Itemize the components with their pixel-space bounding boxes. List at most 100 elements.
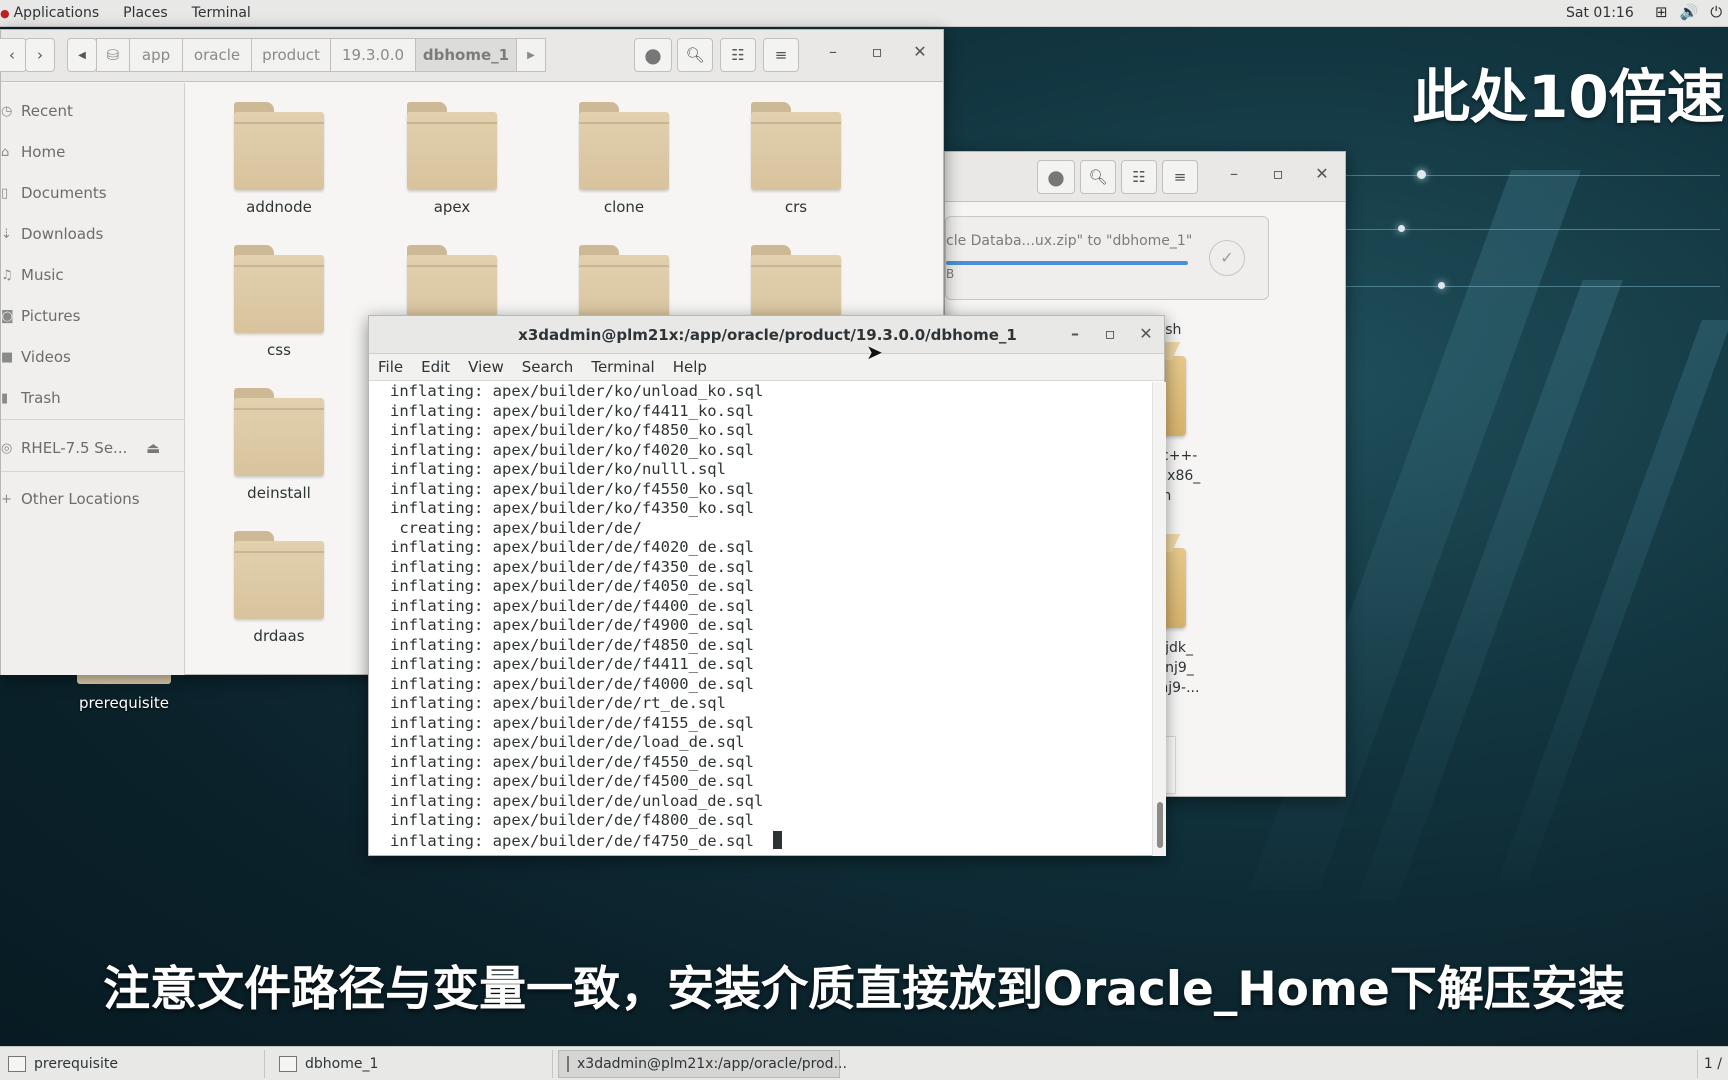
forward-button[interactable]: › [25, 38, 55, 72]
terminal-line: inflating: apex/builder/ko/f4350_ko.sql [390, 499, 754, 517]
path-right-button[interactable]: ▶ [516, 38, 546, 72]
volume-icon[interactable]: 🔊 [1680, 3, 1699, 21]
search-button[interactable]: 🔍︎ [1080, 160, 1116, 194]
sidebar-item-label: Recent [21, 102, 73, 120]
eject-icon[interactable]: ⏏ [146, 439, 160, 457]
menu-view[interactable]: View [459, 358, 513, 376]
search-button[interactable]: 🔍︎ [677, 38, 713, 72]
places-menu[interactable]: Places [111, 0, 180, 27]
sidebar-item-documents[interactable]: ▯ Documents [1, 178, 185, 208]
minimize-button[interactable]: – [1063, 324, 1087, 343]
maximize-button[interactable]: ▫ [1098, 324, 1122, 343]
drive-icon: ⛁ [106, 46, 120, 64]
terminal-scrollbar[interactable] [1152, 382, 1166, 856]
terminal-line: inflating: apex/builder/de/unload_de.sql [390, 791, 764, 810]
view-toggle-button[interactable]: ☷ [1121, 160, 1157, 194]
search-icon: 🔍︎ [685, 46, 705, 64]
menu-edit[interactable]: Edit [412, 358, 459, 376]
task-dbhome[interactable]: dbhome_1 [271, 1050, 553, 1078]
sidebar-item-trash[interactable]: ▮ Trash [1, 383, 185, 413]
sidebar-divider [1, 471, 185, 472]
menu-button[interactable]: ≡ [1162, 160, 1198, 194]
sidebar-item-home[interactable]: ⌂ Home [1, 137, 185, 167]
back-button[interactable]: ‹ [0, 38, 27, 72]
minimize-button[interactable]: – [1222, 164, 1246, 183]
applications-menu[interactable]: ● Applications [0, 0, 111, 27]
folder-item[interactable]: crs [736, 102, 856, 216]
power-icon[interactable]: ⏻ [1710, 3, 1722, 21]
close-button[interactable]: ✕ [1134, 324, 1158, 343]
sidebar-item-pictures[interactable]: ◙ Pictures [1, 301, 185, 331]
window-icon [8, 1056, 26, 1072]
terminal-cursor [772, 830, 782, 849]
activities-icon: ● [0, 6, 10, 20]
menu-button[interactable]: ≡ [763, 38, 799, 72]
folder-item[interactable]: css [219, 245, 339, 359]
terminal-menu[interactable]: Terminal [180, 0, 263, 27]
sidebar-item-downloads[interactable]: ⇣ Downloads [1, 219, 185, 249]
close-button[interactable]: ✕ [908, 42, 932, 61]
background-dot [1438, 282, 1445, 289]
terminal-line: inflating: apex/builder/de/f4900_de.sql [390, 616, 754, 634]
task-terminal[interactable]: x3dadmin@plm21x:/app/oracle/prod... [558, 1050, 847, 1078]
sidebar-item-rhel[interactable]: ◎ RHEL-7.5 Se... ⏏ [1, 433, 185, 463]
menu-file[interactable]: File [369, 358, 412, 376]
folder-item[interactable]: apex [392, 102, 512, 216]
sidebar-item-music[interactable]: ♫ Music [1, 260, 185, 290]
sidebar-item-label: Pictures [21, 307, 81, 325]
folder-label: addnode [246, 198, 312, 216]
breadcrumb-version[interactable]: 19.3.0.0 [330, 38, 416, 72]
clock-icon: ◷ [1, 103, 13, 119]
terminal-window[interactable]: x3dadmin@plm21x:/app/oracle/product/19.3… [368, 315, 1166, 856]
menu-terminal[interactable]: Terminal [582, 358, 663, 376]
terminal-line: inflating: apex/builder/ko/f4850_ko.sql [390, 421, 754, 439]
network-icon[interactable]: ⊞ [1655, 3, 1668, 21]
maximize-button[interactable]: ▫ [865, 42, 889, 61]
sidebar-item-recent[interactable]: ◷ Recent [1, 96, 185, 126]
folder-item[interactable]: deinstall [219, 388, 339, 502]
mouse-pointer-icon: ➤ [866, 340, 883, 364]
breadcrumb-oracle[interactable]: oracle [182, 38, 252, 72]
menu-help[interactable]: Help [664, 358, 716, 376]
terminal-line: inflating: apex/builder/ko/nulll.sql [390, 460, 726, 478]
clock[interactable]: Sat 01:16 [1566, 5, 1634, 21]
sidebar-item-other-locations[interactable]: + Other Locations [1, 484, 185, 514]
menu-search[interactable]: Search [513, 358, 583, 376]
record-button[interactable]: ● [1037, 160, 1075, 194]
music-icon: ♫ [1, 267, 13, 283]
terminal-line: inflating: apex/builder/de/f4155_de.sql [390, 713, 754, 732]
task-label: x3dadmin@plm21x:/app/oracle/prod... [577, 1056, 847, 1072]
record-button[interactable]: ● [634, 38, 672, 72]
folder-item[interactable]: clone [564, 102, 684, 216]
terminal-line: inflating: apex/builder/de/f4800_de.sql [390, 811, 754, 829]
workspace-pager[interactable]: 1 / [1696, 1050, 1728, 1078]
scrollbar-thumb[interactable] [1157, 802, 1163, 848]
close-button[interactable]: ✕ [1310, 164, 1334, 183]
terminal-line: inflating: apex/builder/de/load_de.sql [390, 733, 745, 751]
sidebar-item-videos[interactable]: ■ Videos [1, 342, 185, 372]
system-tray[interactable]: ⊞ 🔊 ⏻ [1655, 3, 1722, 21]
breadcrumb-product[interactable]: product [251, 38, 331, 72]
folder-item[interactable]: addnode [219, 102, 339, 216]
terminal-titlebar[interactable]: x3dadmin@plm21x:/app/oracle/product/19.3… [369, 316, 1164, 354]
circle-icon: ● [644, 43, 662, 67]
terminal-line: inflating: apex/builder/de/f4411_de.sql [390, 655, 754, 673]
breadcrumb-app[interactable]: app [129, 38, 183, 72]
chevron-right-icon: › [37, 46, 43, 64]
check-icon[interactable]: ✓ [1209, 240, 1245, 276]
task-prerequisite[interactable]: prerequisite [0, 1050, 265, 1078]
view-toggle-button[interactable]: ☷ [720, 38, 756, 72]
breadcrumb-dbhome[interactable]: dbhome_1 [415, 38, 517, 72]
minimize-button[interactable]: – [821, 42, 845, 61]
path-left-button[interactable]: ◀ [67, 38, 97, 72]
picture-icon: ◙ [1, 308, 14, 324]
terminal-output[interactable]: inflating: apex/builder/ko/unload_ko.sql… [369, 382, 1149, 856]
breadcrumb-root[interactable]: ⛁ [96, 38, 130, 72]
window-icon [279, 1056, 297, 1072]
sidebar-item-label: Music [21, 266, 64, 284]
folder-item[interactable]: drdaas [219, 531, 339, 645]
terminal-line: creating: apex/builder/de/ [390, 518, 642, 537]
maximize-button[interactable]: ▫ [1266, 164, 1290, 183]
terminal-line: inflating: apex/builder/ko/unload_ko.sql [390, 382, 764, 400]
sidebar-item-label: Trash [21, 389, 61, 407]
